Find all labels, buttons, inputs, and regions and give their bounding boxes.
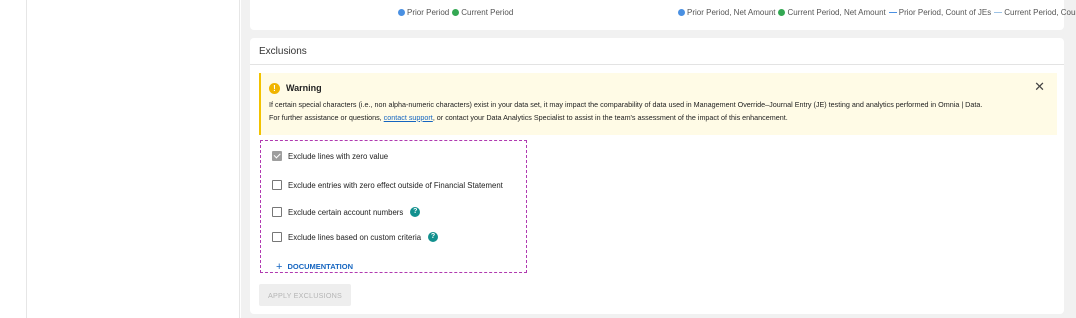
- chart-legend-left: Prior Period Current Period: [398, 8, 516, 17]
- exclusion-option-zero-effect[interactable]: Exclude entries with zero effect outside…: [272, 180, 503, 190]
- legend-dot-icon: [778, 9, 786, 16]
- legend-item: Prior Period: [398, 8, 449, 17]
- contact-support-link[interactable]: contact support: [384, 113, 433, 122]
- warning-message: If certain special characters (i.e., non…: [269, 99, 1054, 124]
- exclusion-option-account-numbers[interactable]: Exclude certain account numbers ?: [272, 207, 421, 217]
- info-icon[interactable]: ?: [428, 232, 439, 242]
- left-rail: [0, 0, 27, 318]
- chart-legend-card: Prior Period Current Period Prior Period…: [250, 0, 1076, 30]
- legend-item: Current Period, Net Amount: [778, 8, 886, 17]
- checkbox[interactable]: [272, 232, 282, 242]
- chart-legend-right: Prior Period, Net Amount Current Period,…: [678, 8, 1076, 17]
- plus-icon: +: [276, 260, 283, 273]
- exclusions-title: Exclusions: [259, 46, 307, 57]
- checkbox[interactable]: [272, 180, 282, 190]
- close-icon[interactable]: ✕: [1034, 80, 1045, 93]
- apply-exclusions-button[interactable]: APPLY EXCLUSIONS: [259, 284, 351, 306]
- navigation-panel: [28, 0, 240, 318]
- warning-title: Warning: [286, 83, 322, 93]
- warning-line-2: For further assistance or questions, con…: [269, 112, 788, 122]
- warning-banner: ! Warning ✕ If certain special character…: [259, 73, 1057, 135]
- legend-item: Prior Period, Net Amount: [678, 8, 775, 17]
- warning-line-1: If certain special characters (i.e., non…: [269, 100, 983, 109]
- legend-line-icon: [994, 11, 1003, 14]
- info-icon[interactable]: ?: [410, 207, 421, 217]
- divider: [250, 64, 1064, 65]
- exclusion-option-zero-value[interactable]: Exclude lines with zero value: [272, 151, 388, 161]
- legend-dot-icon: [678, 9, 685, 16]
- legend-item: Current Period: [452, 8, 513, 17]
- exclusion-options-group: Exclude lines with zero value Exclude en…: [260, 140, 527, 273]
- legend-item: Prior Period, Count of JEs: [888, 8, 991, 17]
- warning-icon: !: [269, 83, 280, 94]
- main-content: Prior Period Current Period Prior Period…: [241, 0, 1076, 318]
- checkbox-checked[interactable]: [272, 151, 282, 161]
- exclusion-option-custom-criteria[interactable]: Exclude lines based on custom criteria ?: [272, 232, 439, 242]
- legend-dot-icon: [452, 9, 460, 16]
- legend-dot-icon: [398, 9, 405, 16]
- checkbox[interactable]: [272, 207, 282, 217]
- add-documentation-button[interactable]: + DOCUMENTATION: [276, 260, 353, 273]
- exclusions-card: Exclusions ! Warning ✕ If certain specia…: [250, 38, 1064, 314]
- legend-line-icon: [888, 11, 897, 14]
- legend-item: Current Period, Count of JEs: [994, 8, 1076, 17]
